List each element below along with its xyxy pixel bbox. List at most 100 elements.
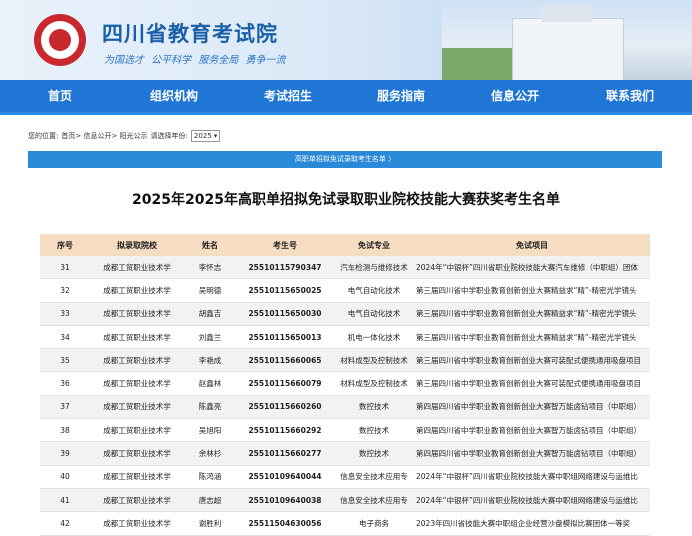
cell-name: 吴明德: [184, 278, 236, 303]
cell-name: 陈鸿涵: [184, 465, 236, 489]
table-row: 42 成都工贸职业技术学 谢胜利 25511504630056 电子商务 2023年四川省…: [40, 511, 650, 536]
table-row: 31 成都工贸职业技术学 李怀志 25510115790347 汽车检测与维修技术 202…: [40, 256, 650, 280]
breadcrumb-label: 您的位置:: [28, 132, 59, 140]
cell-project: 2024年“中银杯”四川省职业院校技能大赛中职组网络建设与运维比: [414, 488, 650, 513]
table-row: 36 成都工贸职业技术学 赵鑫林 25510115660079 材料成型及控制技术 第三届…: [40, 371, 650, 396]
table-row: 35 成都工贸职业技术学 李艳成 25510115660065 材料成型及控制技术 第三届…: [40, 348, 650, 373]
cell-school: 成都工贸职业技术学: [90, 465, 184, 489]
table-row: 40 成都工贸职业技术学 陈鸿涵 25510109640044 信息安全技术应用专 202…: [40, 465, 650, 489]
cell-project: 2024年“中银杯”四川省职业院校技能大赛汽车维修（中职组）团体: [414, 256, 650, 280]
cell-school: 成都工贸职业技术学: [90, 441, 184, 466]
cell-index: 35: [40, 348, 90, 373]
cell-school: 成都工贸职业技术学: [90, 488, 184, 513]
cell-project: 第三届四川省中学职业教育创新创业大赛精益求“精”-精密光学镜头: [414, 325, 650, 350]
trees-decoration: [442, 48, 512, 80]
cell-index: 38: [40, 418, 90, 443]
cell-name: 赵鑫林: [184, 371, 236, 396]
cell-index: 39: [40, 441, 90, 466]
cell-candidate-id: 25510115790347: [236, 256, 334, 280]
cell-candidate-id: 25510115660079: [236, 371, 334, 396]
col-header-candidate-id: 考生号: [236, 234, 334, 256]
building-facade: [512, 18, 624, 80]
cell-project: 第三届四川省中学职业教育创新创业大赛精益求“精”-精密光学镜头: [414, 278, 650, 303]
nav-item-exam-admission[interactable]: 考试招生: [264, 80, 312, 112]
nav-item-contact[interactable]: 联系我们: [606, 80, 654, 112]
category-banner[interactable]: 高职单招拟免试录取考生名单 〉: [28, 151, 662, 168]
cell-index: 41: [40, 488, 90, 513]
col-header-school: 拟录取院校: [90, 234, 184, 256]
table-header-row: 序号 拟录取院校 姓名 考生号 免试专业 免试项目: [40, 234, 650, 256]
cell-project: 第三届四川省中学职业教育创新创业大赛精益求“精”-精密光学镜头: [414, 302, 650, 326]
building-tower: [542, 6, 592, 22]
cell-school: 成都工贸职业技术学: [90, 278, 184, 303]
logo-emblem: [49, 29, 71, 51]
breadcrumb: 您的位置: 首页> 信息公开> 阳光公示 请选择年份: 2025 ▾: [28, 130, 221, 142]
col-header-index: 序号: [40, 234, 90, 256]
table-body: 31 成都工贸职业技术学 李怀志 25510115790347 汽车检测与维修技术 202…: [40, 256, 650, 536]
cell-school: 成都工贸职业技术学: [90, 325, 184, 350]
table-row: 37 成都工贸职业技术学 陈鑫亮 25510115660260 数控技术 第四届四川省中学…: [40, 395, 650, 420]
cell-project: 第四届四川省中学职业教育创新创业大赛智万能卤钻项目（中职组）: [414, 395, 650, 420]
cell-school: 成都工贸职业技术学: [90, 418, 184, 443]
cell-candidate-id: 25510115650025: [236, 278, 334, 303]
nav-item-home[interactable]: 首页: [48, 80, 72, 112]
cell-major: 电子商务: [334, 511, 414, 536]
table-row: 39 成都工贸职业技术学 余林杉 25510115660277 数控技术 第四届四川省中学…: [40, 441, 650, 466]
table-row: 41 成都工贸职业技术学 唐志超 25510109640038 信息安全技术应用专 202…: [40, 488, 650, 513]
cell-major: 信息安全技术应用专: [334, 488, 414, 513]
cell-index: 36: [40, 371, 90, 396]
site-logo[interactable]: [34, 14, 86, 66]
year-select-value: 2025: [193, 132, 212, 140]
chevron-down-icon: ▾: [213, 132, 218, 140]
nav-item-service-guide[interactable]: 服务指南: [377, 80, 425, 112]
cell-project: 第三届四川省中学职业教育创新创业大赛可装配式便携通用吸盘项目: [414, 348, 650, 373]
cell-school: 成都工贸职业技术学: [90, 348, 184, 373]
cell-major: 材料成型及控制技术: [334, 348, 414, 373]
site-header: 四川省教育考试院 为国选才 公平科学 服务全局 勇争一流: [0, 0, 692, 80]
cell-name: 吴旭阳: [184, 418, 236, 443]
cell-school: 成都工贸职业技术学: [90, 395, 184, 420]
cell-index: 33: [40, 302, 90, 326]
cell-candidate-id: 25510109640038: [236, 488, 334, 513]
cell-candidate-id: 25511504630056: [236, 511, 334, 536]
nav-item-organization[interactable]: 组织机构: [150, 80, 198, 112]
cell-major: 信息安全技术应用专: [334, 465, 414, 489]
cell-project: 第三届四川省中学职业教育创新创业大赛可装配式便携通用吸盘项目: [414, 371, 650, 396]
cell-candidate-id: 25510115660277: [236, 441, 334, 466]
breadcrumb-path[interactable]: 首页> 信息公开> 阳光公示: [61, 131, 147, 141]
cell-major: 数控技术: [334, 441, 414, 466]
cell-name: 陈鑫亮: [184, 395, 236, 420]
col-header-major: 免试专业: [334, 234, 414, 256]
table-row: 33 成都工贸职业技术学 胡鑫吉 25510115650030 电气自动化技术 第三届四川…: [40, 302, 650, 326]
cell-school: 成都工贸职业技术学: [90, 511, 184, 536]
cell-index: 34: [40, 325, 90, 350]
chevron-icon: 〉: [388, 155, 396, 163]
cell-candidate-id: 25510115660292: [236, 418, 334, 443]
cell-major: 电气自动化技术: [334, 278, 414, 303]
cell-index: 37: [40, 395, 90, 420]
table-row: 38 成都工贸职业技术学 吴旭阳 25510115660292 数控技术 第四届四川省中学…: [40, 418, 650, 443]
category-banner-text: 高职单招拟免试录取考生名单: [294, 155, 386, 163]
cell-name: 谢胜利: [184, 511, 236, 536]
cell-school: 成都工贸职业技术学: [90, 302, 184, 326]
cell-name: 余林杉: [184, 441, 236, 466]
cell-major: 数控技术: [334, 395, 414, 420]
page-title: 2025年2025年高职单招拟免试录取职业院校技能大赛获奖考生名单: [132, 192, 560, 208]
cell-candidate-id: 25510109640044: [236, 465, 334, 489]
year-select[interactable]: 2025 ▾: [190, 130, 221, 142]
cell-candidate-id: 25510115650030: [236, 302, 334, 326]
table-row: 34 成都工贸职业技术学 刘鑫兰 25510115650013 机电一体化技术 第三届四川…: [40, 325, 650, 350]
site-slogan: 为国选才 公平科学 服务全局 勇争一流: [104, 55, 286, 66]
cell-index: 42: [40, 511, 90, 536]
cell-index: 31: [40, 256, 90, 280]
nav-item-info-disclosure[interactable]: 信息公开: [491, 80, 539, 112]
cell-major: 数控技术: [334, 418, 414, 443]
cell-index: 40: [40, 465, 90, 489]
cell-major: 材料成型及控制技术: [334, 371, 414, 396]
col-header-name: 姓名: [184, 234, 236, 256]
cell-name: 李艳成: [184, 348, 236, 373]
cell-major: 机电一体化技术: [334, 325, 414, 350]
cell-project: 2023年四川省技能大赛中职组企业经营沙盘模拟比赛团体一等奖: [414, 511, 650, 536]
cell-name: 唐志超: [184, 488, 236, 513]
cell-school: 成都工贸职业技术学: [90, 371, 184, 396]
